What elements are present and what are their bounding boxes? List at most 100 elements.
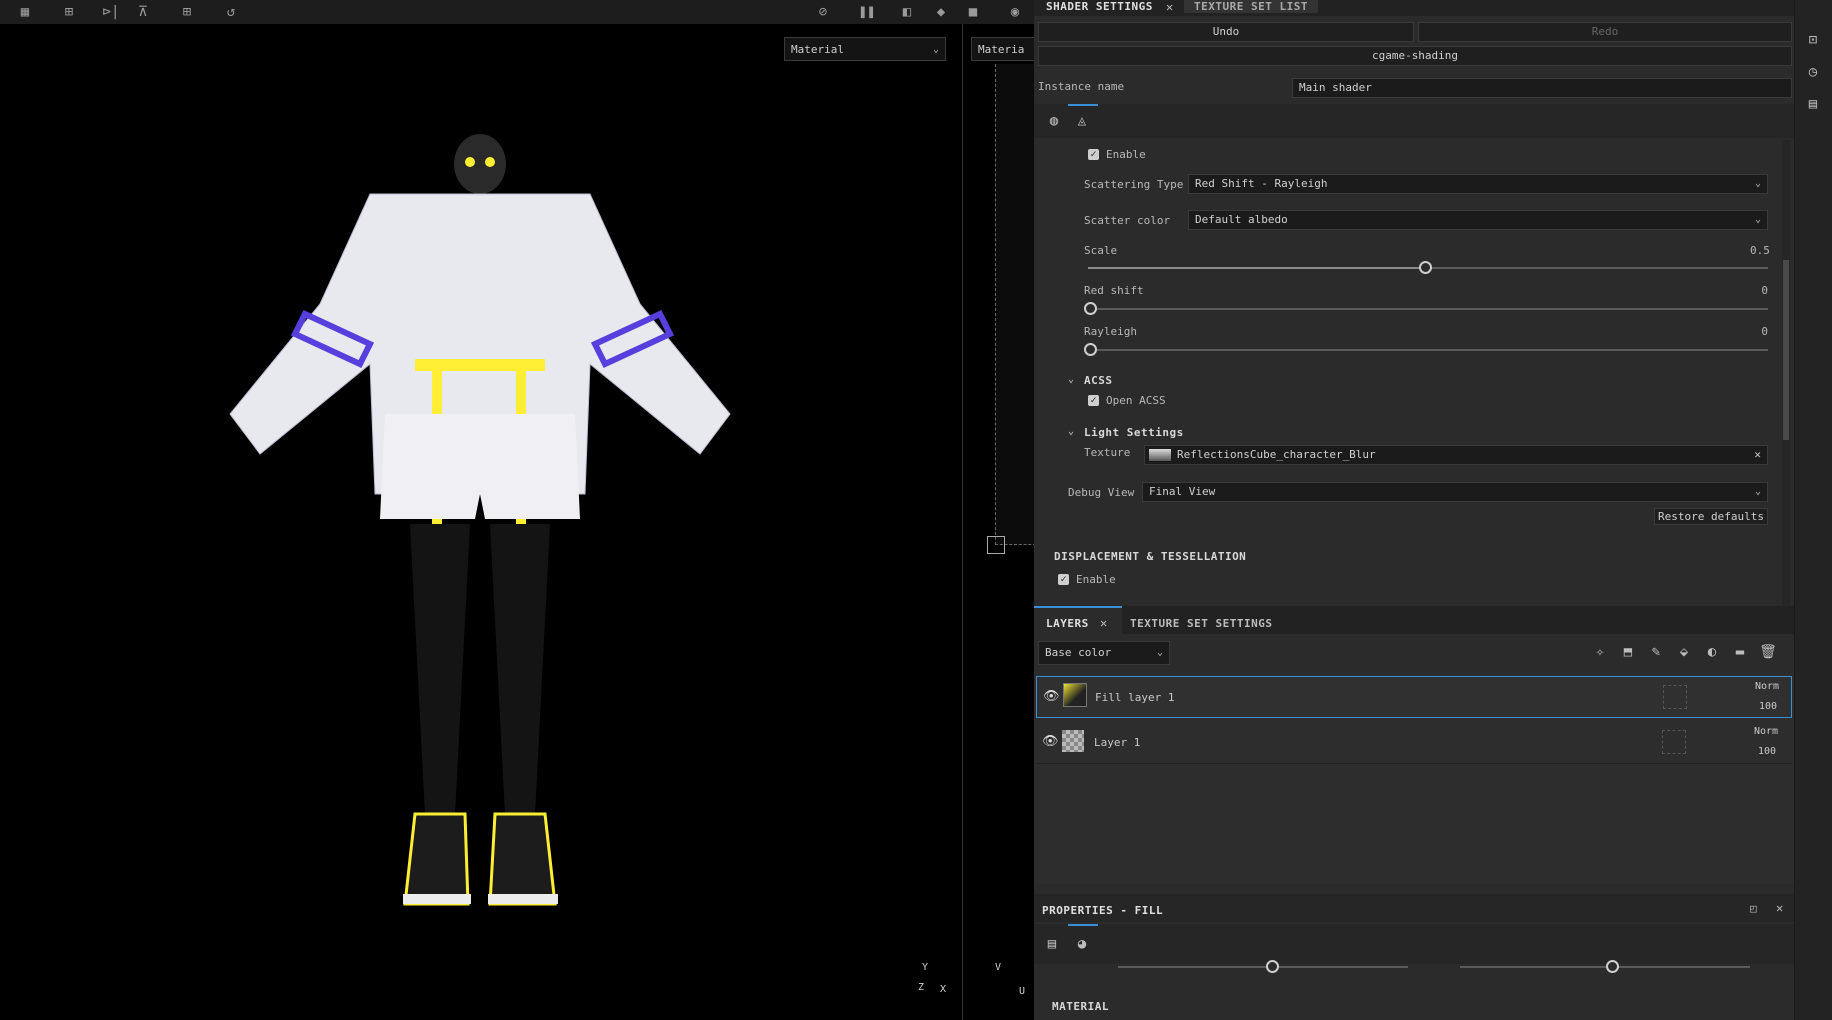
paint-brush-icon[interactable]: ✎ xyxy=(1646,642,1666,662)
tab-texture-set-list[interactable]: TEXTURE SET LIST xyxy=(1184,0,1318,13)
layer-row[interactable]: 👁 Fill layer 1 Norm 100 xyxy=(1036,676,1792,718)
layer-name[interactable]: Fill layer 1 xyxy=(1095,691,1174,704)
chevron-down-icon: ⌄ xyxy=(932,44,939,55)
scale-slider-fill xyxy=(1088,267,1430,269)
texture-label: Texture xyxy=(1084,446,1131,459)
camera-mode-icon[interactable]: ◧ xyxy=(896,2,918,22)
open-acss-label: Open ACSS xyxy=(1106,394,1166,407)
eye-icon[interactable]: 👁 xyxy=(1043,689,1060,704)
rayleigh-slider-track[interactable] xyxy=(1088,349,1768,351)
uv-axis-gizmo: V U xyxy=(995,962,1031,1000)
shader-scrollbar[interactable] xyxy=(1782,140,1790,610)
property-slider-b-knob[interactable] xyxy=(1606,960,1619,973)
display-settings-icon[interactable]: ⊡ xyxy=(1803,30,1823,50)
channel-select[interactable]: Base color ⌄ xyxy=(1038,641,1170,665)
eye-icon[interactable]: 👁 xyxy=(1042,734,1059,749)
properties-settings-icon[interactable]: ▤ xyxy=(1042,934,1062,954)
cube-icon[interactable]: ◆ xyxy=(930,2,952,22)
rayleigh-slider-knob[interactable] xyxy=(1084,343,1097,356)
pause-icon[interactable]: ❚❚ xyxy=(856,2,878,22)
layer-thumbnail xyxy=(1062,730,1084,752)
uv-viewport-material-select[interactable]: Materia xyxy=(971,37,1035,61)
tab-texture-set-settings[interactable]: TEXTURE SET SETTINGS xyxy=(1130,617,1272,630)
close-icon[interactable]: ✕ xyxy=(1776,901,1783,915)
undo-button[interactable]: Undo xyxy=(1038,22,1414,42)
enable-checkbox[interactable]: ✓ xyxy=(1088,149,1099,160)
acss-section-title[interactable]: ACSS xyxy=(1084,374,1113,387)
light-settings-title[interactable]: Light Settings xyxy=(1084,426,1184,439)
redo-button[interactable]: Redo xyxy=(1418,22,1792,42)
shader-select-button[interactable]: cgame-shading xyxy=(1038,46,1792,66)
axis-y-label: Y xyxy=(922,962,929,973)
texture-input[interactable]: ReflectionsCube_character_Blur ✕ xyxy=(1144,445,1768,465)
displacement-enable-checkbox[interactable]: ✓ xyxy=(1058,574,1069,585)
shader-layers-icon[interactable]: ◬ xyxy=(1072,111,1092,131)
close-icon[interactable]: ✕ xyxy=(1100,616,1107,630)
tab-shader-settings[interactable]: SHADER SETTINGS xyxy=(1046,0,1153,13)
light-settings-chevron-icon[interactable]: ⌄ xyxy=(1068,426,1074,437)
red-shift-slider-knob[interactable] xyxy=(1084,302,1097,315)
chevron-down-icon: ⌄ xyxy=(1754,178,1761,189)
open-acss-checkbox[interactable]: ✓ xyxy=(1088,395,1099,406)
grid-dropdown-icon[interactable]: ⊞ xyxy=(58,2,80,22)
layer-mask-slot[interactable] xyxy=(1663,685,1687,709)
add-icon[interactable]: ⊞ xyxy=(176,2,198,22)
maximize-icon[interactable]: ◰ xyxy=(1750,902,1757,915)
axis-z-label: Z xyxy=(918,982,925,993)
scale-slider-knob[interactable] xyxy=(1419,261,1432,274)
blend-mode-select[interactable]: Norm xyxy=(1754,726,1778,737)
shader-scrollbar-thumb[interactable] xyxy=(1783,260,1789,440)
reset-icon[interactable]: ↺ xyxy=(220,2,242,22)
folder-icon[interactable]: ▬ xyxy=(1730,642,1750,662)
clear-texture-icon[interactable]: ✕ xyxy=(1754,446,1761,464)
shader-subtab-bar xyxy=(1034,104,1794,138)
material-section-title[interactable]: MATERIAL xyxy=(1052,1000,1109,1013)
property-slider-a[interactable] xyxy=(1118,966,1408,968)
red-shift-slider-track[interactable] xyxy=(1088,308,1768,310)
screenshot-icon[interactable]: ◉ xyxy=(1004,2,1026,22)
log-icon[interactable]: ▤ xyxy=(1803,94,1823,114)
enable-label: Enable xyxy=(1106,148,1146,161)
trash-icon[interactable]: 🗑 xyxy=(1758,642,1778,662)
close-icon[interactable]: ✕ xyxy=(1166,0,1173,14)
symmetry-icon[interactable]: ⊼ xyxy=(132,2,154,22)
scale-label: Scale xyxy=(1084,244,1118,257)
add-mask-icon[interactable]: ⬒ xyxy=(1618,642,1638,662)
restore-defaults-button[interactable]: Restore defaults xyxy=(1654,508,1768,525)
layer-name[interactable]: Layer 1 xyxy=(1094,736,1140,749)
scatter-color-select[interactable]: Default albedo ⌄ xyxy=(1188,210,1768,230)
viewport-material-select[interactable]: Material ⌄ xyxy=(784,37,946,61)
layer-row[interactable]: 👁 Layer 1 Norm 100 xyxy=(1036,722,1792,764)
mirror-icon[interactable]: ⊳| xyxy=(100,2,122,22)
uv-corner-handle[interactable] xyxy=(987,536,1005,554)
scattering-type-label: Scattering Type xyxy=(1084,178,1184,191)
opacity-value[interactable]: 100 xyxy=(1759,701,1777,712)
axis-v-label: V xyxy=(995,962,1002,973)
instance-name-input[interactable]: Main shader xyxy=(1292,78,1792,98)
scattering-type-select[interactable]: Red Shift - Rayleigh ⌄ xyxy=(1188,174,1768,194)
hide-icon[interactable]: ⊘ xyxy=(812,2,834,22)
shader-globe-icon[interactable]: ◍ xyxy=(1044,111,1064,131)
grid-icon[interactable]: ▦ xyxy=(14,2,36,22)
property-slider-a-knob[interactable] xyxy=(1266,960,1279,973)
property-slider-b[interactable] xyxy=(1460,966,1750,968)
blend-mode-select[interactable]: Norm xyxy=(1755,681,1779,692)
tab-layers[interactable]: LAYERS xyxy=(1046,617,1089,630)
fill-bucket-icon[interactable]: ⬙ xyxy=(1674,642,1694,662)
debug-view-value: Final View xyxy=(1149,485,1216,498)
history-icon[interactable]: ◷ xyxy=(1803,62,1823,82)
opacity-value[interactable]: 100 xyxy=(1758,746,1776,757)
rayleigh-label: Rayleigh xyxy=(1084,325,1137,338)
video-icon[interactable]: ■ xyxy=(962,2,984,22)
uv-viewport[interactable]: Materia V U xyxy=(962,24,1036,1020)
layer-mask-slot[interactable] xyxy=(1662,730,1686,754)
acss-chevron-icon[interactable]: ⌄ xyxy=(1068,374,1074,385)
smart-material-icon[interactable]: ◐ xyxy=(1702,642,1722,662)
active-subtab-indicator xyxy=(1068,924,1098,926)
magic-wand-icon[interactable]: ✧ xyxy=(1590,642,1610,662)
texture-value: ReflectionsCube_character_Blur xyxy=(1177,448,1376,461)
3d-viewport[interactable]: Material ⌄ Y Z X xyxy=(0,24,960,1020)
debug-view-select[interactable]: Final View ⌄ xyxy=(1142,482,1768,502)
properties-material-icon[interactable]: ◕ xyxy=(1072,934,1092,954)
displacement-section-title[interactable]: DISPLACEMENT & TESSELLATION xyxy=(1054,550,1246,563)
